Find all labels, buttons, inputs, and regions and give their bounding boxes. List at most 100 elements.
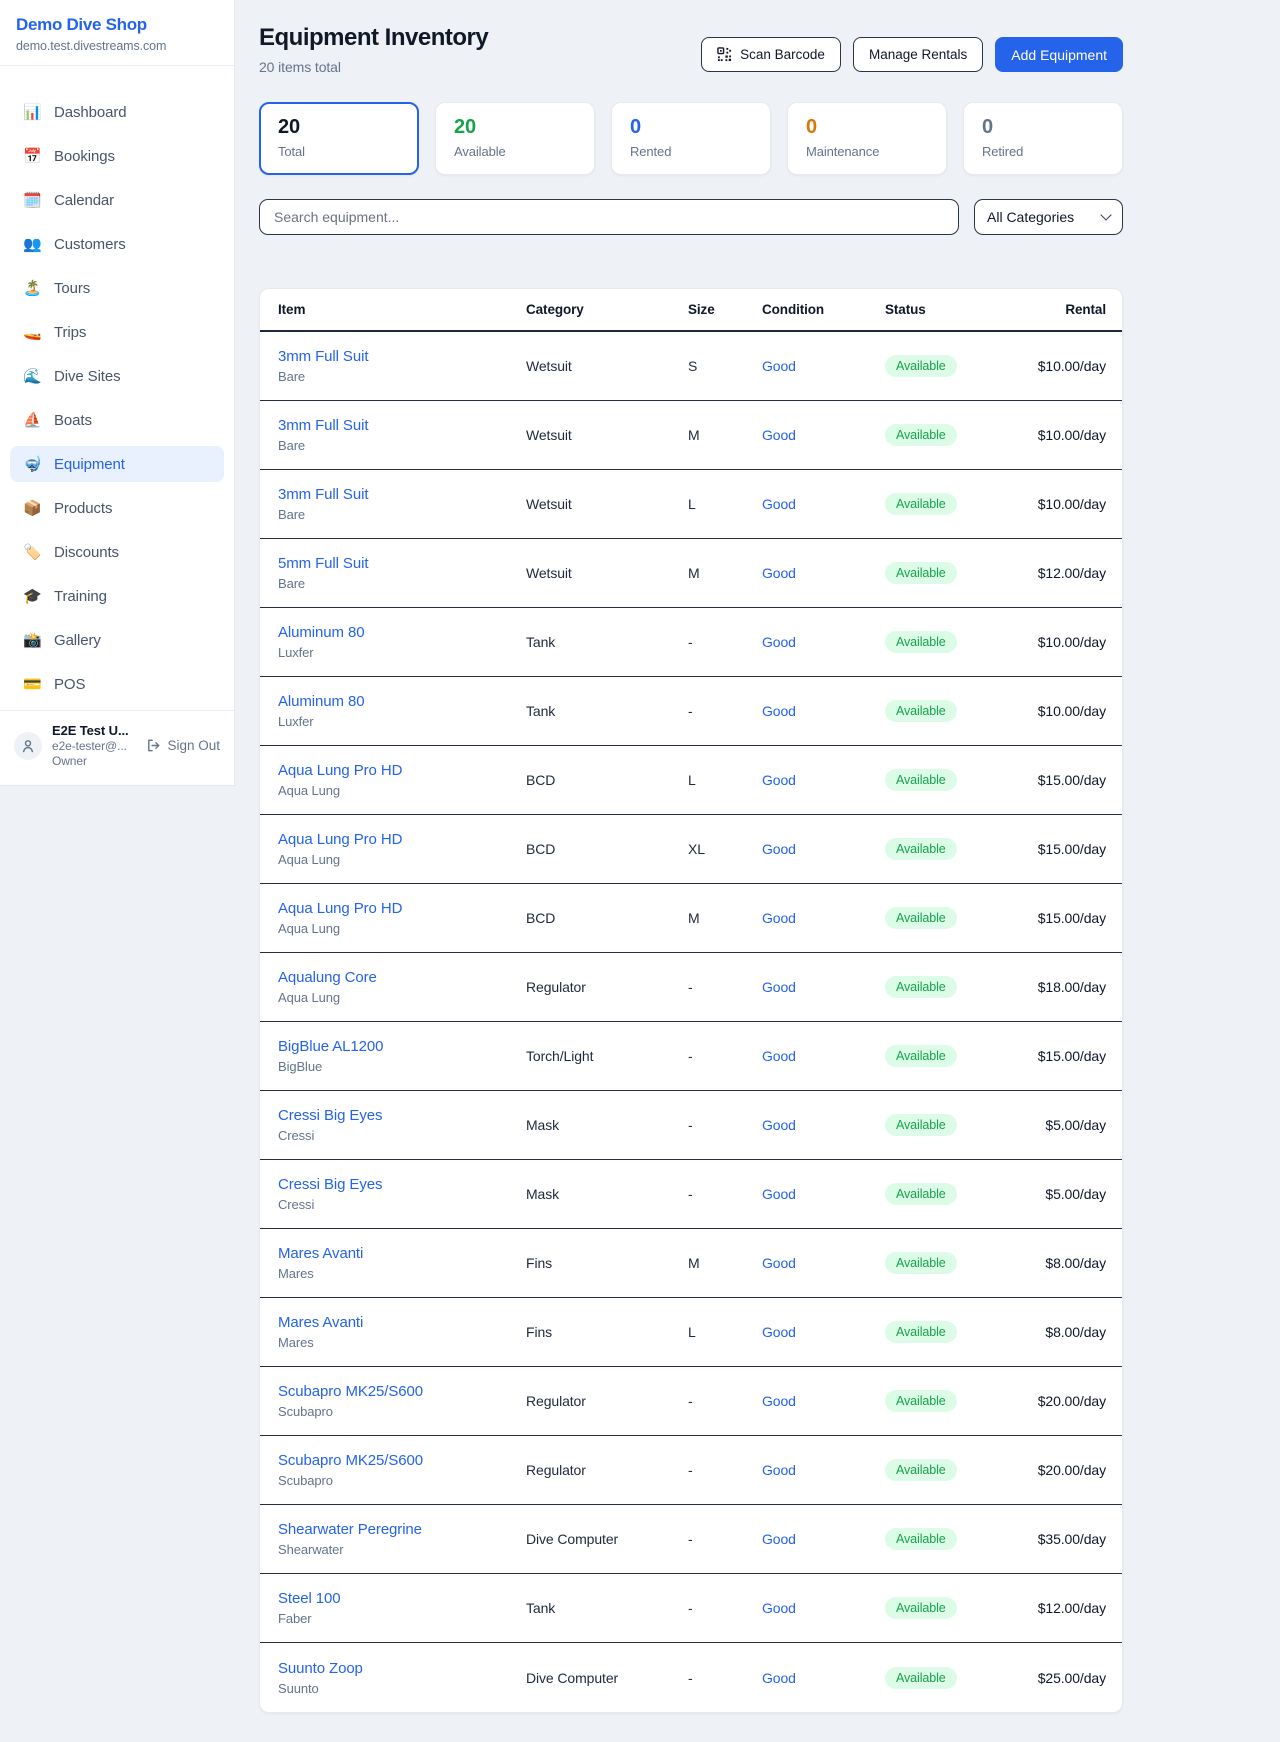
item-link[interactable]: Mares Avanti	[278, 1245, 363, 1262]
sidebar-item-dive-sites[interactable]: 🌊 Dive Sites	[10, 358, 224, 394]
table-row: Aqualung Core Aqua Lung Regulator - Good…	[260, 953, 1122, 1022]
condition-link[interactable]: Good	[762, 703, 796, 719]
condition-link[interactable]: Good	[762, 427, 796, 443]
item-link[interactable]: Cressi Big Eyes	[278, 1176, 382, 1193]
item-link[interactable]: BigBlue AL1200	[278, 1038, 383, 1055]
sidebar-item-label: Equipment	[54, 456, 125, 473]
item-link[interactable]: Mares Avanti	[278, 1314, 363, 1331]
condition-link[interactable]: Good	[762, 496, 796, 512]
item-link[interactable]: Aluminum 80	[278, 693, 364, 710]
item-link[interactable]: Scubapro MK25/S600	[278, 1383, 423, 1400]
scan-barcode-button[interactable]: Scan Barcode	[701, 37, 841, 72]
stat-card-available[interactable]: 20 Available	[435, 102, 595, 175]
stat-value: 20	[278, 116, 400, 139]
camera-icon: 📸	[23, 633, 41, 648]
island-icon: 🏝️	[23, 281, 41, 296]
cell-category: BCD	[526, 910, 688, 926]
item-link[interactable]: Scubapro MK25/S600	[278, 1452, 423, 1469]
item-link[interactable]: Aqualung Core	[278, 969, 377, 986]
stat-card-retired[interactable]: 0 Retired	[963, 102, 1123, 175]
sidebar-item-dashboard[interactable]: 📊 Dashboard	[10, 94, 224, 130]
item-brand: Luxfer	[278, 645, 526, 660]
condition-link[interactable]: Good	[762, 772, 796, 788]
status-badge: Available	[885, 355, 957, 377]
item-link[interactable]: 3mm Full Suit	[278, 417, 368, 434]
sidebar-item-bookings[interactable]: 📅 Bookings	[10, 138, 224, 174]
cell-rental: $12.00/day	[994, 1600, 1106, 1616]
brand-name[interactable]: Demo Dive Shop	[16, 15, 218, 35]
stat-card-total[interactable]: 20 Total	[259, 102, 419, 175]
condition-link[interactable]: Good	[762, 1600, 796, 1616]
brand-domain: demo.test.divestreams.com	[16, 39, 218, 53]
item-link[interactable]: Aqua Lung Pro HD	[278, 900, 402, 917]
sign-out-button[interactable]: Sign Out	[146, 738, 220, 753]
add-equipment-button[interactable]: Add Equipment	[995, 37, 1123, 72]
item-link[interactable]: Steel 100	[278, 1590, 340, 1607]
item-link[interactable]: Aqua Lung Pro HD	[278, 762, 402, 779]
cell-size: S	[688, 358, 762, 374]
condition-link[interactable]: Good	[762, 1462, 796, 1478]
item-brand: Luxfer	[278, 714, 526, 729]
cell-size: M	[688, 427, 762, 443]
brand: Demo Dive Shop demo.test.divestreams.com	[0, 0, 234, 66]
condition-link[interactable]: Good	[762, 1117, 796, 1133]
category-select[interactable]: All Categories	[974, 199, 1123, 235]
status-badge: Available	[885, 1252, 957, 1274]
sidebar-item-calendar[interactable]: 🗓️ Calendar	[10, 182, 224, 218]
item-link[interactable]: 3mm Full Suit	[278, 348, 368, 365]
condition-link[interactable]: Good	[762, 634, 796, 650]
condition-link[interactable]: Good	[762, 1531, 796, 1547]
status-badge: Available	[885, 1597, 957, 1619]
condition-link[interactable]: Good	[762, 1186, 796, 1202]
condition-link[interactable]: Good	[762, 1670, 796, 1686]
sidebar-item-training[interactable]: 🎓 Training	[10, 578, 224, 614]
item-link[interactable]: Aqua Lung Pro HD	[278, 831, 402, 848]
stat-card-maintenance[interactable]: 0 Maintenance	[787, 102, 947, 175]
condition-link[interactable]: Good	[762, 910, 796, 926]
table-row: 3mm Full Suit Bare Wetsuit S Good Availa…	[260, 332, 1122, 401]
sidebar-item-discounts[interactable]: 🏷️ Discounts	[10, 534, 224, 570]
condition-link[interactable]: Good	[762, 1255, 796, 1271]
table-row: 3mm Full Suit Bare Wetsuit M Good Availa…	[260, 401, 1122, 470]
sidebar-item-label: Dive Sites	[54, 368, 121, 385]
sidebar-item-gallery[interactable]: 📸 Gallery	[10, 622, 224, 658]
sidebar-item-label: POS	[54, 676, 85, 693]
condition-link[interactable]: Good	[762, 1048, 796, 1064]
condition-link[interactable]: Good	[762, 565, 796, 581]
calendar-date-icon: 📅	[23, 149, 41, 164]
condition-link[interactable]: Good	[762, 1324, 796, 1340]
item-link[interactable]: Suunto Zoop	[278, 1660, 363, 1677]
sidebar-item-equipment[interactable]: 🤿 Equipment	[10, 446, 224, 482]
manage-rentals-button[interactable]: Manage Rentals	[853, 37, 983, 72]
sidebar-item-trips[interactable]: 🚤 Trips	[10, 314, 224, 350]
sidebar-item-products[interactable]: 📦 Products	[10, 490, 224, 526]
item-link[interactable]: Aluminum 80	[278, 624, 364, 641]
condition-link[interactable]: Good	[762, 1393, 796, 1409]
item-brand: Aqua Lung	[278, 852, 526, 867]
item-link[interactable]: Cressi Big Eyes	[278, 1107, 382, 1124]
status-badge: Available	[885, 769, 957, 791]
sidebar-item-label: Tours	[54, 280, 90, 297]
cell-size: -	[688, 1462, 762, 1478]
item-link[interactable]: Shearwater Peregrine	[278, 1521, 422, 1538]
cell-size: -	[688, 1670, 762, 1686]
cell-category: Dive Computer	[526, 1670, 688, 1686]
cell-size: M	[688, 910, 762, 926]
condition-link[interactable]: Good	[762, 358, 796, 374]
cell-rental: $10.00/day	[994, 703, 1106, 719]
stat-card-rented[interactable]: 0 Rented	[611, 102, 771, 175]
search-input[interactable]	[259, 199, 959, 235]
condition-link[interactable]: Good	[762, 979, 796, 995]
cell-size: L	[688, 496, 762, 512]
item-link[interactable]: 5mm Full Suit	[278, 555, 368, 572]
sidebar-item-tours[interactable]: 🏝️ Tours	[10, 270, 224, 306]
sidebar-item-boats[interactable]: ⛵ Boats	[10, 402, 224, 438]
table-row: Cressi Big Eyes Cressi Mask - Good Avail…	[260, 1160, 1122, 1229]
sidebar-item-pos[interactable]: 💳 POS	[10, 666, 224, 702]
item-link[interactable]: 3mm Full Suit	[278, 486, 368, 503]
cell-size: -	[688, 1186, 762, 1202]
cell-rental: $10.00/day	[994, 634, 1106, 650]
sidebar-item-customers[interactable]: 👥 Customers	[10, 226, 224, 262]
status-badge: Available	[885, 1183, 957, 1205]
condition-link[interactable]: Good	[762, 841, 796, 857]
